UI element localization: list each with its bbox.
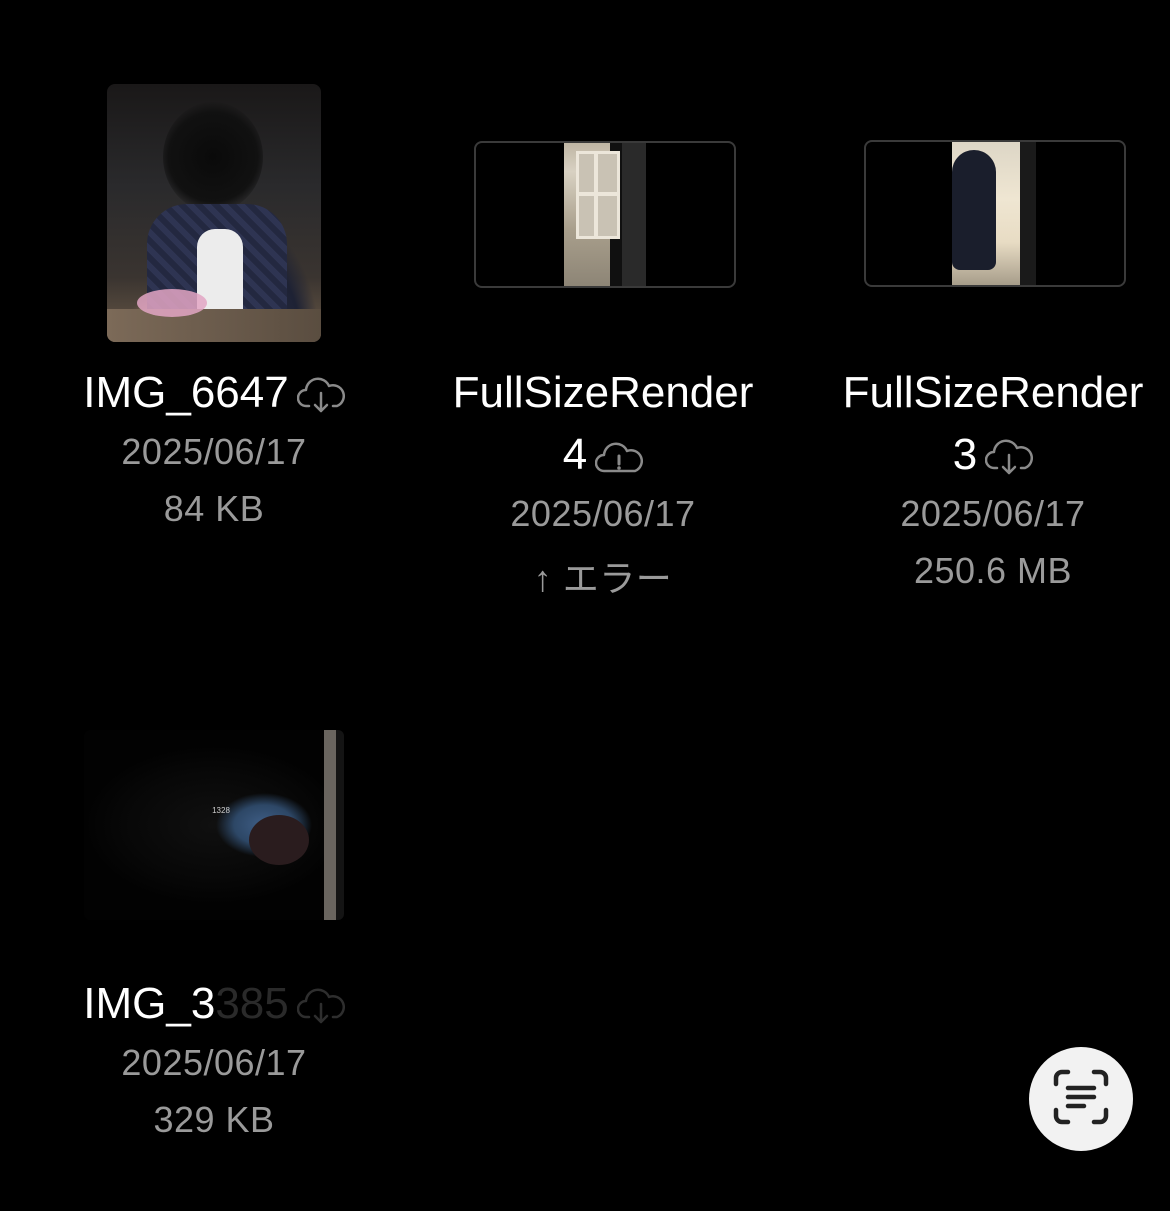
file-name-text: IMG_6647 <box>83 368 289 417</box>
thumbnail-detail <box>576 151 620 239</box>
scan-text-icon <box>1052 1068 1110 1131</box>
cloud-download-icon <box>985 437 1034 477</box>
thumbnail-detail <box>249 815 309 865</box>
thumbnail-sign: 1328 <box>212 806 230 815</box>
thumbnail-detail <box>163 102 263 212</box>
file-name: IMG_6647 <box>19 362 409 424</box>
file-date: 2025/06/17 <box>121 1042 307 1083</box>
cloud-download-icon <box>296 986 345 1026</box>
upload-error-status: ↑ エラー <box>533 558 673 599</box>
cloud-error-icon <box>595 437 644 477</box>
thumbnail-detail <box>952 150 996 270</box>
file-size: 84 KB <box>163 488 265 529</box>
file-thumbnail-img-6647[interactable] <box>107 84 321 342</box>
file-name-line-2: 4 <box>408 424 798 486</box>
file-name-faded-text: 385 <box>215 979 289 1028</box>
file-name: IMG_3385 <box>19 973 409 1035</box>
file-date: 2025/06/17 <box>510 493 696 534</box>
thumbnail-detail <box>107 309 321 342</box>
file-date: 2025/06/17 <box>900 493 1086 534</box>
file-name-line-2: 3 <box>798 424 1170 486</box>
file-size: 250.6 MB <box>913 550 1073 591</box>
file-name-text: 3 <box>952 430 978 479</box>
file-thumbnail-fullsizerender-3[interactable] <box>864 140 1126 287</box>
scan-text-button[interactable] <box>1029 1047 1133 1151</box>
file-name-text: IMG_3 <box>83 979 216 1028</box>
file-thumbnail-img-3385[interactable]: 1328 <box>84 730 344 920</box>
file-name-line-1: FullSizeRender <box>842 368 1144 417</box>
file-date: 2025/06/17 <box>121 431 307 472</box>
thumbnail-detail <box>137 289 207 317</box>
file-name-line-1: FullSizeRender <box>452 368 754 417</box>
file-thumbnail-fullsizerender-4[interactable] <box>474 141 736 288</box>
file-name-text: 4 <box>562 430 588 479</box>
cloud-download-icon <box>296 375 345 415</box>
file-size: 329 KB <box>153 1099 275 1140</box>
